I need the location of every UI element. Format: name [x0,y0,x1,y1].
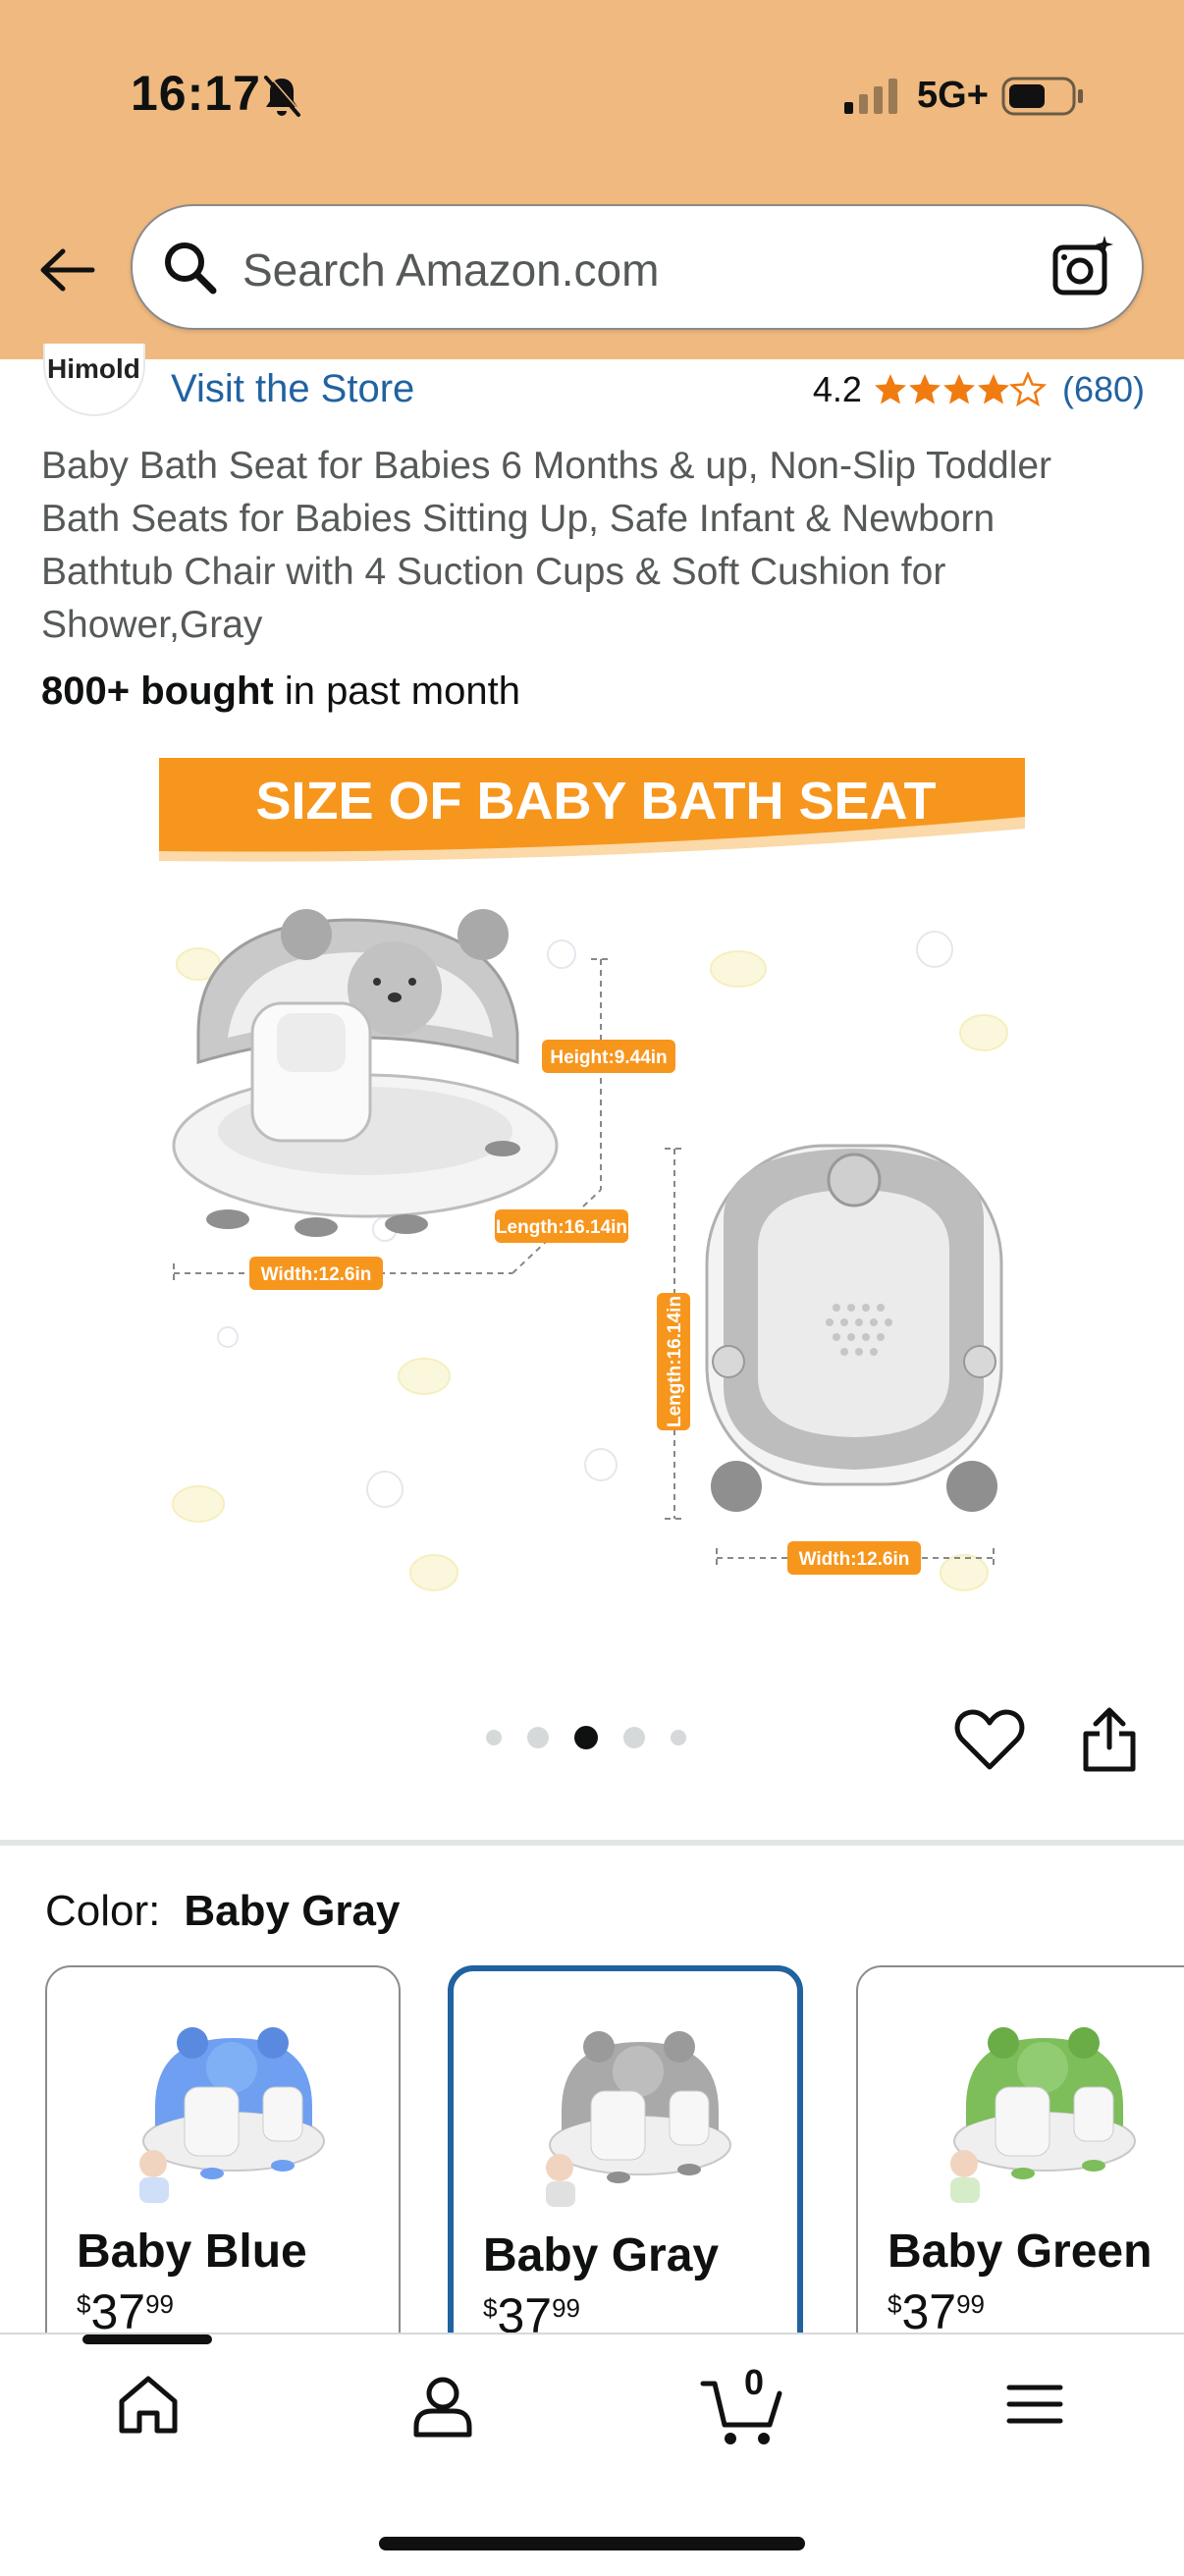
seat-top-view [705,1144,1003,1512]
side-length-dimension-label: Length:16.14in [496,1217,627,1238]
bell-muted-icon [264,75,302,117]
side-width-dimension-label: Width:12.6in [261,1264,372,1285]
carousel-dot[interactable] [623,1727,645,1748]
battery-icon [1001,77,1083,116]
price-currency: $ [77,2289,91,2319]
header-bar: 16:17 5G+ Search Amazon.com [0,0,1184,359]
active-tab-indicator [82,2334,212,2344]
color-option-name: Baby Green [888,2226,1153,2278]
visit-store-link[interactable]: Visit the Store [171,367,414,411]
price-currency: $ [483,2293,498,2323]
price-currency: $ [888,2289,902,2319]
color-option-name: Baby Gray [483,2229,720,2281]
rating-value: 4.2 [812,369,862,409]
baby-blue-seat-thumbnail [139,2027,325,2203]
bought-info: 800+ bought in past month [41,670,520,714]
top-length-dimension-label: Length:16.14in [665,1296,685,1427]
brand-logo-text: Himold [47,353,140,384]
network-type: 5G+ [917,75,989,116]
section-divider [0,1840,1184,1846]
heart-icon[interactable] [954,1708,1025,1773]
menu-icon[interactable] [1005,2382,1064,2427]
home-indicator[interactable] [379,2537,805,2550]
back-arrow-icon[interactable] [37,245,96,295]
price-whole: 37 [90,2284,146,2339]
color-option-baby-green[interactable]: Baby Green $3799 [856,1965,1184,2378]
carousel-dot[interactable] [486,1730,502,1745]
image-banner-text: SIZE OF BABY BATH SEAT [255,772,936,831]
price-fraction: 99 [956,2289,986,2319]
price-whole: 37 [901,2284,957,2339]
product-title: Baby Bath Seat for Babies 6 Months & up,… [41,445,1052,646]
status-time: 16:17 [131,66,261,121]
search-bar[interactable]: Search Amazon.com [131,204,1144,330]
cart-button[interactable]: 0 [699,2362,787,2448]
rating-summary[interactable]: 4.2 (680) [813,369,1145,410]
top-width-dimension-label: Width:12.6in [799,1549,910,1570]
search-input[interactable]: Search Amazon.com [242,243,659,296]
cellular-signal-icon [844,79,897,114]
account-icon[interactable] [410,2374,475,2439]
share-icon[interactable] [1080,1704,1139,1775]
bought-count: 800+ bought [41,670,274,713]
image-carousel-dots [486,1726,686,1749]
color-option-name: Baby Blue [77,2226,307,2278]
camera-search-icon[interactable] [1049,234,1116,300]
brand-logo[interactable]: Himold [43,344,145,416]
color-option-baby-gray[interactable]: Baby Gray $3799 [448,1965,803,2378]
bought-period: in past month [273,670,520,713]
price-fraction: 99 [552,2293,581,2323]
carousel-dot[interactable] [527,1727,549,1748]
cart-count: 0 [743,2362,765,2402]
rating-count: (680) [1061,369,1145,409]
color-selector-label: Color: Baby Gray [45,1887,400,1936]
product-image[interactable]: SIZE OF BABY BATH SEAT Height:9.44in Len… [159,758,1025,1614]
star-rating-icon [874,372,1046,405]
color-label: Color: [45,1887,161,1935]
color-selected-value: Baby Gray [184,1887,401,1935]
price-fraction: 99 [145,2289,175,2319]
height-dimension-label: Height:9.44in [550,1047,667,1068]
color-option-baby-blue[interactable]: Baby Blue $3799 [45,1965,401,2378]
baby-gray-seat-thumbnail [546,2031,731,2207]
carousel-dot-active[interactable] [574,1726,598,1749]
carousel-dot[interactable] [671,1730,686,1745]
baby-green-seat-thumbnail [950,2027,1136,2203]
home-icon[interactable] [116,2374,181,2437]
search-icon [165,242,217,295]
